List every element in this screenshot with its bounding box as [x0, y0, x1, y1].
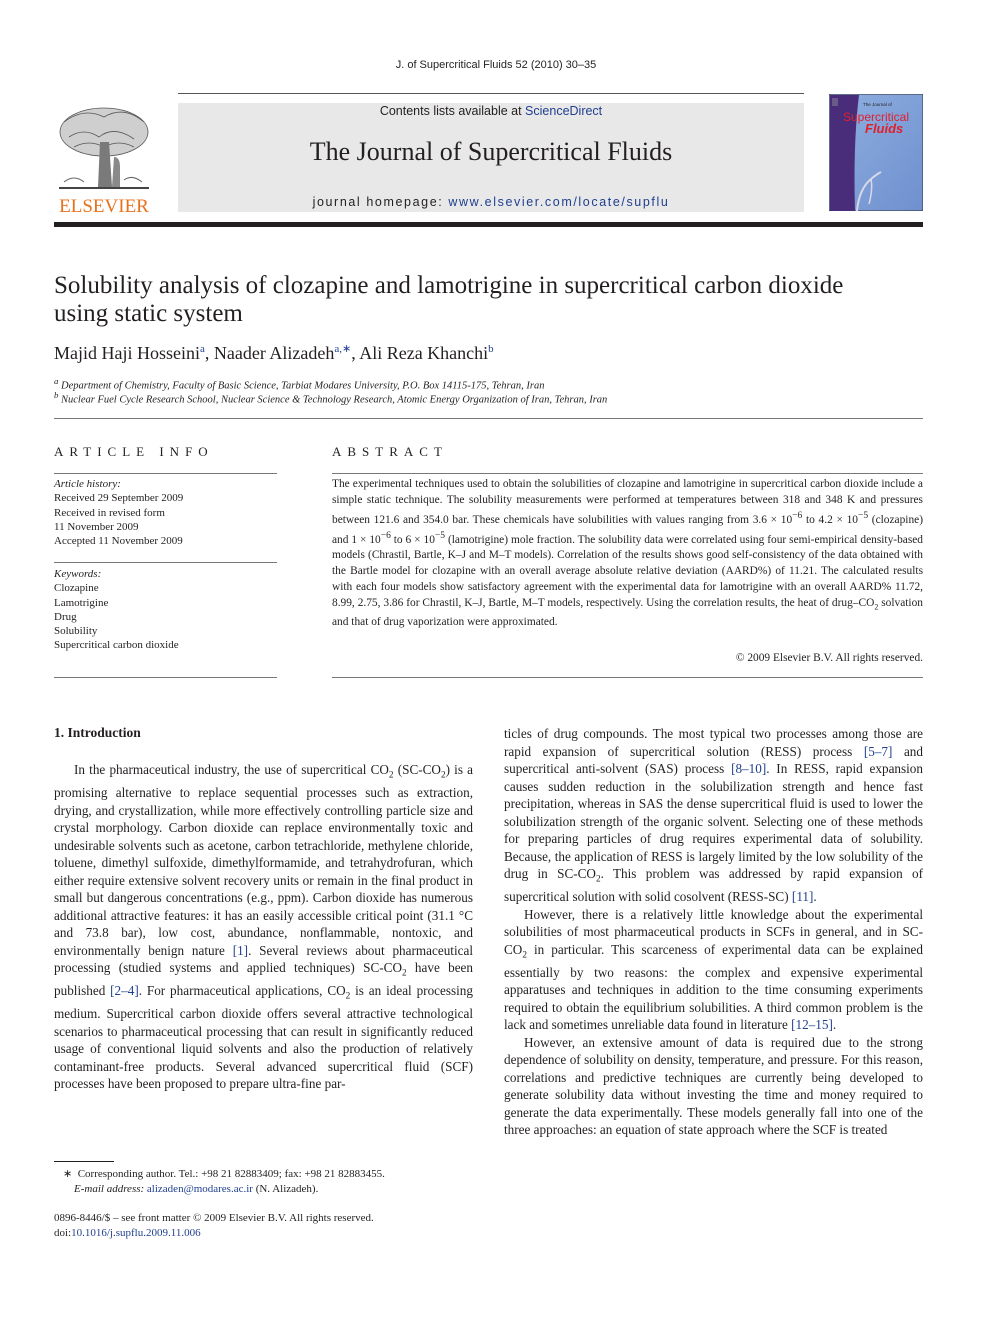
history-label: Article history:: [54, 478, 121, 490]
abstract-segment: to 6 × 10: [390, 533, 435, 546]
text-segment: However, an extensive amount of data is …: [504, 1034, 923, 1138]
homepage-link[interactable]: www.elsevier.com/locate/supflu: [448, 195, 669, 209]
keyword: Lamotrigine: [54, 596, 109, 609]
exponent: −5: [857, 510, 869, 521]
section-heading: 1. Introduction: [54, 725, 141, 740]
homepage-prefix: journal homepage:: [312, 195, 449, 209]
elsevier-wordmark: ELSEVIER: [59, 196, 149, 214]
journal-cover[interactable]: The Journal of Supercritical Fluids: [828, 93, 924, 212]
author-affil-mark[interactable]: a: [200, 343, 205, 355]
affiliation-mark: b: [54, 390, 59, 400]
citation-link[interactable]: [2–4]: [110, 983, 139, 998]
paragraph: In the pharmaceutical industry, the use …: [54, 761, 473, 1093]
text-segment: ticles of drug compounds. The most typic…: [504, 726, 923, 759]
divider: [54, 677, 277, 678]
doi-prefix: doi:: [54, 1227, 72, 1239]
abstract-heading: ABSTRACT: [332, 444, 448, 459]
text-segment: is an ideal processing medium. Supercrit…: [54, 983, 473, 1092]
email-link[interactable]: alizaden@modares.ac.ir: [147, 1183, 253, 1195]
text-segment: .: [832, 1017, 837, 1033]
doi-link[interactable]: 10.1016/j.supflu.2009.11.006: [71, 1227, 200, 1239]
history-item: 11 November 2009: [54, 520, 139, 533]
elsevier-logo[interactable]: ELSEVIER: [54, 102, 154, 217]
sciencedirect-link[interactable]: ScienceDirect: [525, 104, 602, 118]
text-segment: . In RESS, rapid expansion causes sudden…: [504, 761, 923, 881]
text-segment: ) is a promising alternative to replace …: [54, 762, 473, 958]
exponent: −6: [380, 530, 391, 541]
text-segment: .: [813, 889, 817, 905]
email-label: E-mail address:: [74, 1182, 145, 1195]
footnote-rule: [54, 1161, 114, 1162]
paragraph: However, an extensive amount of data is …: [504, 1034, 923, 1139]
footnote-mark: ∗: [63, 1168, 73, 1180]
journal-masthead: Contents lists available at ScienceDirec…: [178, 103, 804, 212]
text-segment: In the pharmaceutical industry, the use …: [74, 762, 389, 777]
top-rule: [178, 93, 804, 94]
affiliation: b Nuclear Fuel Cycle Research School, Nu…: [54, 390, 607, 406]
citation-link[interactable]: [5–7]: [864, 744, 893, 759]
elsevier-tree-icon: ELSEVIER: [59, 107, 149, 217]
affiliation-mark: a: [54, 376, 59, 386]
cover-title-line2: Fluids: [865, 121, 903, 136]
author-affil-mark[interactable]: b: [488, 343, 494, 355]
abstract-segment: to 4.2 × 10: [802, 513, 858, 526]
article-title: Solubility analysis of clozapine and lam…: [54, 272, 844, 327]
journal-title: The Journal of Supercritical Fluids: [309, 137, 673, 166]
text-segment: (SC-CO: [393, 762, 441, 777]
keywords-label: Keywords:: [54, 568, 102, 580]
affiliation-text: Nuclear Fuel Cycle Research School, Nucl…: [61, 394, 608, 406]
journal-cover-image: The Journal of Supercritical Fluids: [828, 93, 924, 212]
article-info-heading: ARTICLE INFO: [54, 444, 214, 459]
footnote-text: Corresponding author. Tel.: +98 21 82883…: [77, 1168, 385, 1180]
author-affil-mark[interactable]: a,∗: [334, 343, 351, 355]
corresponding-author-note: ∗ Corresponding author. Tel.: +98 21 828…: [63, 1167, 385, 1182]
footnote: ∗ Corresponding author. Tel.: +98 21 828…: [63, 1167, 385, 1196]
exponent: −6: [792, 510, 803, 521]
homepage-line: journal homepage: www.elsevier.com/locat…: [178, 195, 804, 209]
text-segment: in particular. This scarceness of experi…: [504, 941, 923, 1033]
history-item: Received in revised form: [54, 506, 165, 519]
keyword: Clozapine: [54, 582, 99, 595]
divider: [332, 677, 923, 678]
citation-link[interactable]: [1]: [233, 943, 248, 958]
running-head: J. of Supercritical Fluids 52 (2010) 30–…: [395, 59, 597, 71]
issn-line: 0896-8446/$ – see front matter © 2009 El…: [54, 1212, 374, 1224]
exponent: −5: [434, 530, 446, 541]
paragraph: However, there is a relatively little kn…: [504, 906, 923, 1034]
author-name[interactable]: Ali Reza Khanchi: [359, 343, 488, 363]
paragraph: ticles of drug compounds. The most typic…: [504, 725, 923, 906]
abstract-text: The experimental techniques used to obta…: [332, 477, 923, 631]
email-suffix: (N. Alizadeh).: [252, 1182, 319, 1195]
abstract-copyright: © 2009 Elsevier B.V. All rights reserved…: [735, 652, 923, 664]
divider: [54, 473, 277, 474]
body-column-right: ticles of drug compounds. The most typic…: [504, 725, 923, 1139]
email-line: E-mail address: alizaden@modares.ac.ir (…: [63, 1182, 385, 1197]
article-history: Article history: Received 29 September 2…: [54, 477, 277, 548]
divider: [332, 473, 923, 474]
contents-line: Contents lists available at ScienceDirec…: [178, 104, 804, 118]
keyword: Solubility: [54, 625, 98, 638]
divider: [54, 562, 277, 563]
author-name[interactable]: Naader Alizadeh: [214, 343, 334, 363]
body-column-left: In the pharmaceutical industry, the use …: [54, 761, 473, 1093]
text-segment: . For pharmaceutical applications, CO: [138, 983, 346, 999]
citation-link[interactable]: [11]: [792, 889, 813, 904]
history-item: Received 29 September 2009: [54, 492, 184, 505]
divider: [54, 418, 923, 419]
history-item: Accepted 11 November 2009: [54, 535, 183, 548]
citation-link[interactable]: [8–10]: [731, 761, 766, 776]
keyword: Drug: [54, 610, 77, 623]
author-name[interactable]: Majid Haji Hosseini: [54, 343, 200, 363]
keyword: Supercritical carbon dioxide: [54, 639, 179, 652]
author-list: Majid Haji Hosseinia, Naader Alizadeha,∗…: [54, 343, 494, 363]
citation-link[interactable]: [12–15]: [791, 1017, 833, 1032]
front-matter: 0896-8446/$ – see front matter © 2009 El…: [54, 1211, 374, 1241]
cover-small-title: The Journal of: [863, 102, 893, 107]
keywords: Keywords: Clozapine Lamotrigine Drug Sol…: [54, 567, 277, 653]
doi-line: doi:10.1016/j.supflu.2009.11.006: [54, 1226, 374, 1241]
contents-prefix: Contents lists available at: [379, 104, 526, 118]
masthead-thick-rule: [54, 222, 923, 227]
